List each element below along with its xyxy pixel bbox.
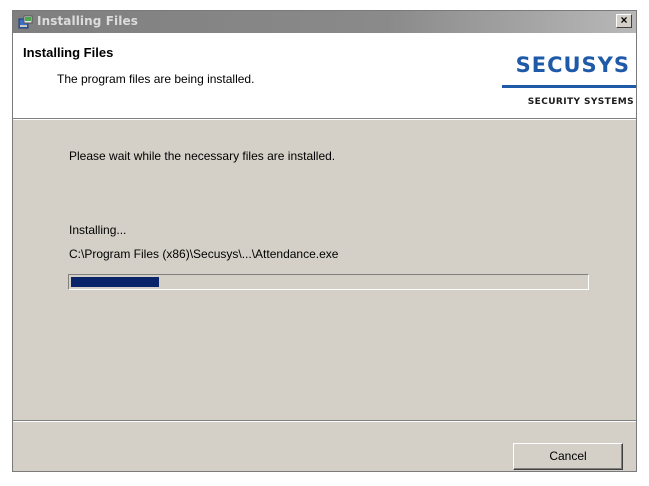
secusys-logo: SECUSYS SECURITY SYSTEMS (494, 37, 636, 113)
close-icon: × (620, 13, 628, 27)
current-file-path: C:\Program Files (x86)\Secusys\...\Atten… (69, 247, 339, 261)
title-bar[interactable]: Installing Files × (13, 11, 636, 33)
header-divider (13, 118, 636, 120)
logo-main-text: SECUSYS (515, 53, 630, 77)
header-panel: Installing Files The program files are b… (13, 33, 636, 118)
cancel-button[interactable]: Cancel (513, 443, 623, 470)
window-title: Installing Files (37, 14, 138, 28)
progress-bar-fill (71, 277, 159, 287)
page-title: Installing Files (23, 45, 114, 60)
footer-divider (13, 420, 636, 422)
installer-icon (18, 15, 33, 29)
close-button[interactable]: × (616, 14, 632, 28)
installer-window: Installing Files × Installing Files The … (12, 10, 637, 472)
status-text: Installing... (69, 223, 127, 237)
wait-message: Please wait while the necessary files ar… (69, 149, 336, 163)
logo-underline (502, 85, 636, 88)
page-subtitle: The program files are being installed. (57, 72, 255, 86)
progress-bar (68, 274, 589, 290)
logo-sub-text: SECURITY SYSTEMS (527, 97, 634, 107)
